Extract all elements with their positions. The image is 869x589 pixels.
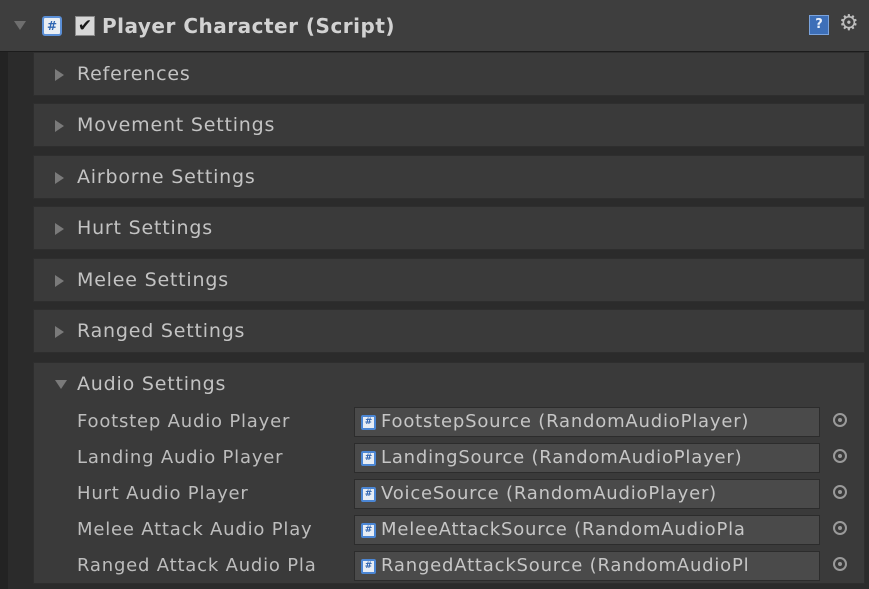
- object-picker-icon[interactable]: [833, 449, 847, 463]
- section-airborne-settings[interactable]: Airborne Settings: [33, 155, 865, 199]
- field-label: Melee Attack Audio Play: [77, 519, 313, 540]
- object-field-hurt[interactable]: # VoiceSource (RandomAudioPlayer): [354, 479, 820, 509]
- field-row-landing-audio-player: Landing Audio Player # LandingSource (Ra…: [34, 441, 866, 475]
- section-references[interactable]: References: [33, 52, 865, 96]
- field-row-hurt-audio-player: Hurt Audio Player # VoiceSource (RandomA…: [34, 477, 866, 511]
- section-label: Melee Settings: [77, 269, 229, 291]
- object-field-value: FootstepSource (RandomAudioPlayer): [381, 411, 750, 432]
- object-field-value: LandingSource (RandomAudioPlayer): [381, 447, 743, 468]
- field-row-ranged-attack-audio-player: Ranged Attack Audio Pla # RangedAttackSo…: [34, 549, 866, 583]
- field-label: Landing Audio Player: [77, 447, 284, 468]
- chevron-right-icon: [55, 223, 64, 235]
- foldout-arrow-icon[interactable]: [14, 21, 26, 30]
- section-label: References: [77, 63, 191, 85]
- object-field-value: VoiceSource (RandomAudioPlayer): [381, 483, 717, 504]
- object-picker-icon[interactable]: [833, 413, 847, 427]
- enabled-checkbox[interactable]: ✔: [75, 16, 95, 36]
- object-field-value: MeleeAttackSource (RandomAudioPla: [381, 519, 746, 540]
- inspector-window: # ✔ Player Character (Script) ? ⚙ Refere…: [0, 0, 869, 589]
- gear-icon[interactable]: ⚙: [839, 11, 867, 37]
- field-row-footstep-audio-player: Footstep Audio Player # FootstepSource (…: [34, 405, 866, 439]
- object-picker-icon[interactable]: [833, 521, 847, 535]
- chevron-right-icon: [55, 326, 64, 338]
- script-icon: #: [361, 415, 376, 430]
- section-label[interactable]: Audio Settings: [77, 371, 226, 397]
- object-picker-icon[interactable]: [833, 485, 847, 499]
- chevron-right-icon: [55, 172, 64, 184]
- section-movement-settings[interactable]: Movement Settings: [33, 103, 865, 147]
- component-title: Player Character (Script): [102, 14, 396, 38]
- chevron-down-icon[interactable]: [55, 380, 67, 389]
- section-label: Hurt Settings: [77, 217, 213, 239]
- section-label: Movement Settings: [77, 114, 276, 136]
- script-icon: #: [361, 451, 376, 466]
- script-icon: #: [361, 559, 376, 574]
- section-hurt-settings[interactable]: Hurt Settings: [33, 206, 865, 250]
- object-field-footstep[interactable]: # FootstepSource (RandomAudioPlayer): [354, 407, 820, 437]
- section-label: Airborne Settings: [77, 166, 256, 188]
- component-header[interactable]: # ✔ Player Character (Script) ? ⚙: [0, 0, 869, 52]
- section-ranged-settings[interactable]: Ranged Settings: [33, 309, 865, 353]
- object-field-melee-attack[interactable]: # MeleeAttackSource (RandomAudioPla: [354, 515, 820, 545]
- section-melee-settings[interactable]: Melee Settings: [33, 258, 865, 302]
- object-field-value: RangedAttackSource (RandomAudioPl: [381, 555, 750, 576]
- field-label: Hurt Audio Player: [77, 483, 249, 504]
- chevron-right-icon: [55, 120, 64, 132]
- section-label: Ranged Settings: [77, 320, 246, 342]
- object-field-landing[interactable]: # LandingSource (RandomAudioPlayer): [354, 443, 820, 473]
- script-icon: #: [42, 16, 62, 36]
- field-row-melee-attack-audio-player: Melee Attack Audio Play # MeleeAttackSou…: [34, 513, 866, 547]
- field-label: Footstep Audio Player: [77, 411, 291, 432]
- object-picker-icon[interactable]: [833, 557, 847, 571]
- object-field-ranged-attack[interactable]: # RangedAttackSource (RandomAudioPl: [354, 551, 820, 581]
- script-icon: #: [361, 487, 376, 502]
- field-label: Ranged Attack Audio Pla: [77, 555, 317, 576]
- chevron-right-icon: [55, 69, 64, 81]
- section-audio-settings: Audio Settings Footstep Audio Player # F…: [33, 362, 865, 584]
- help-icon[interactable]: ?: [809, 15, 829, 35]
- chevron-right-icon: [55, 275, 64, 287]
- script-icon: #: [361, 523, 376, 538]
